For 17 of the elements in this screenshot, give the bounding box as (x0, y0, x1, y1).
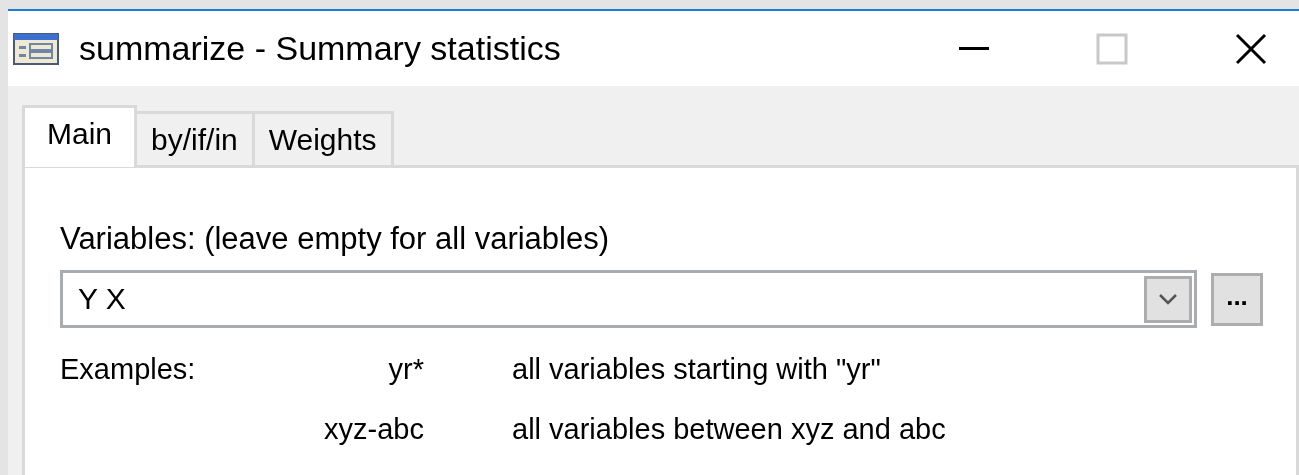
browse-button[interactable]: ... (1211, 272, 1263, 326)
chevron-down-icon (1158, 293, 1178, 305)
variables-combobox[interactable]: Y X (60, 270, 1197, 328)
example-pattern: xyz-abc (323, 412, 424, 446)
dropdown-button[interactable] (1144, 275, 1192, 323)
minimize-icon (959, 47, 989, 50)
maximize-icon (1096, 32, 1128, 65)
variables-label: Variables: (leave empty for all variables) (60, 223, 611, 255)
close-icon (1235, 32, 1267, 65)
tab[interactable]: Main (22, 105, 138, 167)
dialog-icon (13, 32, 59, 65)
window-title: summarize - Summary statistics (79, 29, 562, 68)
example-pattern: yr* (387, 352, 424, 386)
example-description: all variables starting with "yr" (512, 352, 882, 386)
example-description: all variables between xyz and abc (512, 412, 946, 446)
input-field[interactable]: Y X (63, 282, 378, 316)
examples-label: Examples: (60, 352, 197, 386)
